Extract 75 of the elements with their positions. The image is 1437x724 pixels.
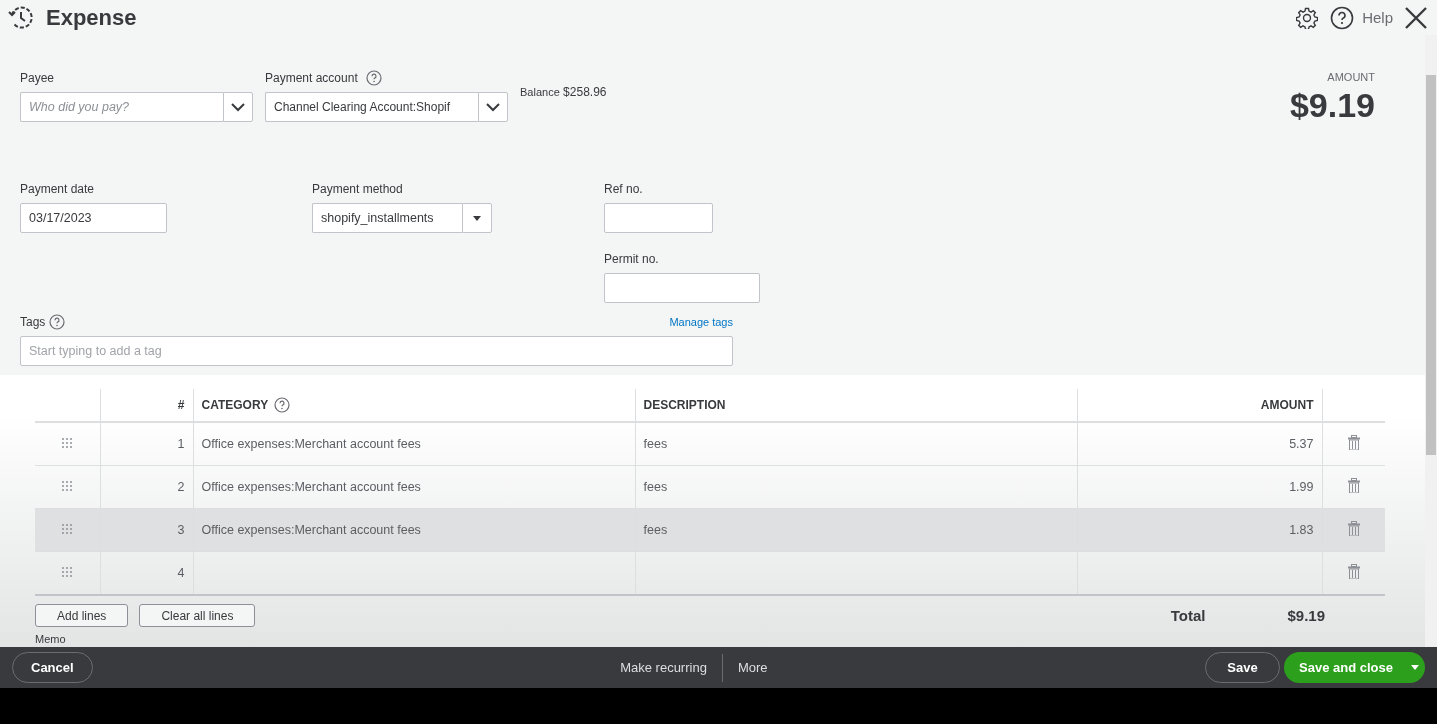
dropdown-button[interactable] — [478, 92, 508, 122]
field-label: Permit no. — [604, 252, 659, 266]
table-row[interactable]: 3 Office expenses:Merchant account fees fees 1.83 — [35, 508, 1385, 552]
table-cell[interactable]: Office expenses:Merchant account fees — [193, 465, 635, 509]
field-label: Payment account — [265, 71, 358, 85]
save-and-close-button[interactable]: Save and close — [1284, 652, 1425, 683]
column-header: DESCRIPTION — [635, 389, 1077, 422]
table-cell[interactable]: Office expenses:Merchant account fees — [193, 508, 635, 552]
help-icon — [274, 397, 291, 413]
drag-handle-icon[interactable] — [62, 438, 73, 448]
total-value: $9.19 — [1287, 607, 1325, 624]
chevron-down-icon — [230, 102, 246, 112]
chevron-down-icon — [485, 102, 501, 112]
table-cell[interactable] — [635, 551, 1077, 595]
column-header: AMOUNT — [1077, 389, 1322, 422]
table-cell[interactable] — [193, 551, 635, 595]
line-number: 4 — [100, 551, 193, 595]
field-label: Payment method — [312, 182, 403, 196]
table-cell[interactable]: 1.99 — [1077, 465, 1322, 509]
trash-icon[interactable] — [1347, 564, 1360, 579]
help-icon — [365, 70, 382, 86]
page-title: Expense — [46, 4, 138, 31]
amount-total: $9.19 — [1289, 86, 1375, 125]
balance-text: Balance $258.96 — [520, 85, 607, 99]
line-number: 1 — [100, 422, 193, 466]
table-cell[interactable]: Office expenses:Merchant account fees — [193, 422, 635, 466]
line-number: 2 — [100, 465, 193, 509]
trash-icon[interactable] — [1347, 435, 1360, 450]
trash-icon[interactable] — [1347, 521, 1360, 536]
expense-icon — [8, 5, 34, 30]
table-row[interactable]: 2 Office expenses:Merchant account fees fees 1.99 — [35, 465, 1385, 509]
date-field[interactable]: 03/17/2023 — [20, 203, 167, 233]
payment-account-field[interactable]: Channel Clearing Account:Shopif — [265, 92, 478, 122]
payee-field[interactable]: Who did you pay? — [20, 92, 223, 122]
payment-method-field[interactable]: shopify_installments — [312, 203, 462, 233]
ref-no-field[interactable] — [604, 203, 713, 233]
table-cell[interactable]: 5.37 — [1077, 422, 1322, 466]
line-number: 3 — [100, 508, 193, 552]
help-icon — [49, 314, 66, 330]
memo-label: Memo — [35, 633, 67, 645]
clear-lines-button[interactable]: Clear all lines — [139, 604, 256, 627]
dropdown-button[interactable] — [223, 92, 253, 122]
more-link[interactable]: More — [722, 653, 783, 682]
permit-no-field[interactable] — [604, 273, 760, 303]
scrollbar[interactable] — [1425, 35, 1437, 647]
add-lines-button[interactable]: Add lines — [35, 604, 129, 627]
make-recurring-link[interactable]: Make recurring — [605, 653, 722, 682]
field-label: Payment date — [20, 182, 95, 196]
settings-icon[interactable] — [1296, 6, 1319, 29]
column-header: # — [100, 389, 193, 422]
column-header: CATEGORY — [201, 398, 269, 412]
drag-handle-icon[interactable] — [62, 567, 73, 577]
field-label: Ref no. — [604, 182, 643, 196]
caret-icon — [1411, 665, 1419, 670]
close-icon[interactable] — [1405, 6, 1427, 29]
tags-field[interactable]: Start typing to add a tag — [20, 336, 733, 366]
help-icon — [1330, 5, 1355, 30]
table-cell[interactable]: 1.83 — [1077, 508, 1322, 552]
dropdown-button[interactable] — [462, 203, 492, 233]
field-label: Payee — [20, 71, 55, 85]
table-cell[interactable]: fees — [635, 508, 1077, 552]
caret-icon — [473, 215, 481, 221]
table-cell[interactable] — [1077, 551, 1322, 595]
drag-handle-icon[interactable] — [62, 481, 73, 491]
amount-label: AMOUNT — [1326, 71, 1375, 83]
total-label: Total — [1170, 607, 1206, 624]
table-row[interactable]: 1 Office expenses:Merchant account fees fees 5.37 — [35, 422, 1385, 466]
table-cell[interactable]: fees — [635, 465, 1077, 509]
table-row[interactable]: 4 — [35, 551, 1385, 595]
field-label: Tags — [20, 315, 46, 329]
trash-icon[interactable] — [1347, 478, 1360, 493]
help-link[interactable]: Help — [1330, 5, 1393, 30]
manage-tags-link[interactable]: Manage tags — [669, 316, 733, 328]
drag-handle-icon[interactable] — [62, 524, 73, 534]
table-cell[interactable]: fees — [635, 422, 1077, 466]
